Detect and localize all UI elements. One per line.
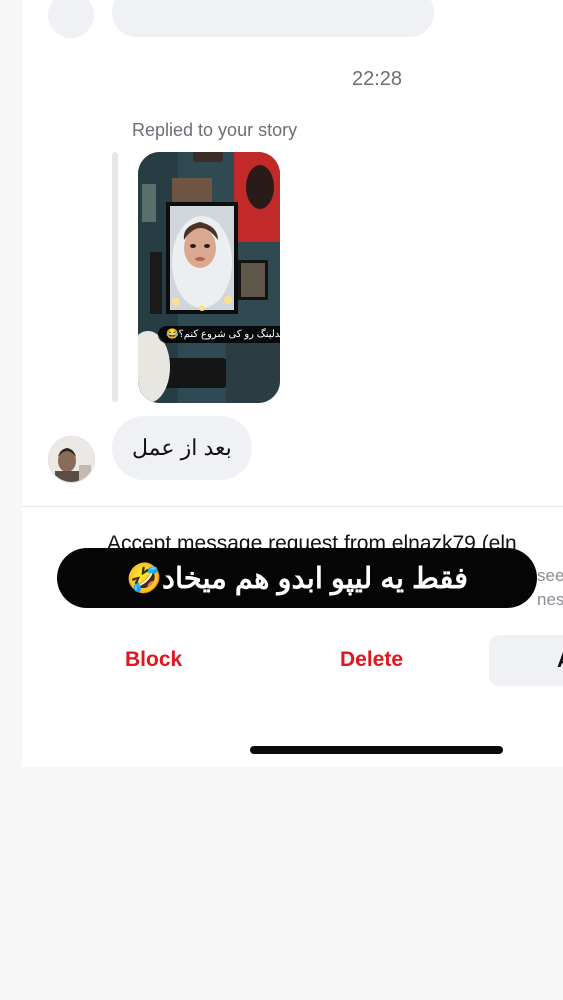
message-bubble-previous[interactable] [112,0,434,37]
chat-panel: 22:28 Replied to your story مدلینگ رو کی… [22,0,563,767]
story-image [138,152,280,403]
message-text: بعد از عمل [132,435,232,460]
sender-avatar-placeholder[interactable] [48,0,94,38]
avatar-image [49,437,94,482]
reply-quote-line [112,152,118,402]
message-bubble-text[interactable]: بعد از عمل [112,416,252,480]
delete-button[interactable]: Delete [340,648,403,672]
accept-button[interactable]: A [489,635,563,686]
story-caption: مدلینگ رو کی شروع کنم؟😂 [158,326,280,343]
home-indicator[interactable] [250,746,503,754]
accept-button-label: A [557,649,563,673]
story-thumbnail[interactable]: مدلینگ رو کی شروع کنم؟😂 [138,152,280,403]
block-button[interactable]: Block [125,648,182,672]
replied-to-story-label: Replied to your story [132,120,298,140]
sender-avatar[interactable] [48,436,95,483]
message-timestamp: 22:28 [351,68,403,90]
request-divider [22,506,563,507]
video-caption-overlay: فقط یه لیپو ابدو هم میخاد🤣 [57,548,537,608]
caption-text: فقط یه لیپو ابدو هم میخاد🤣 [125,562,469,595]
message-request-description: see [537,566,563,585]
message-request-description-2: ness [537,590,563,609]
